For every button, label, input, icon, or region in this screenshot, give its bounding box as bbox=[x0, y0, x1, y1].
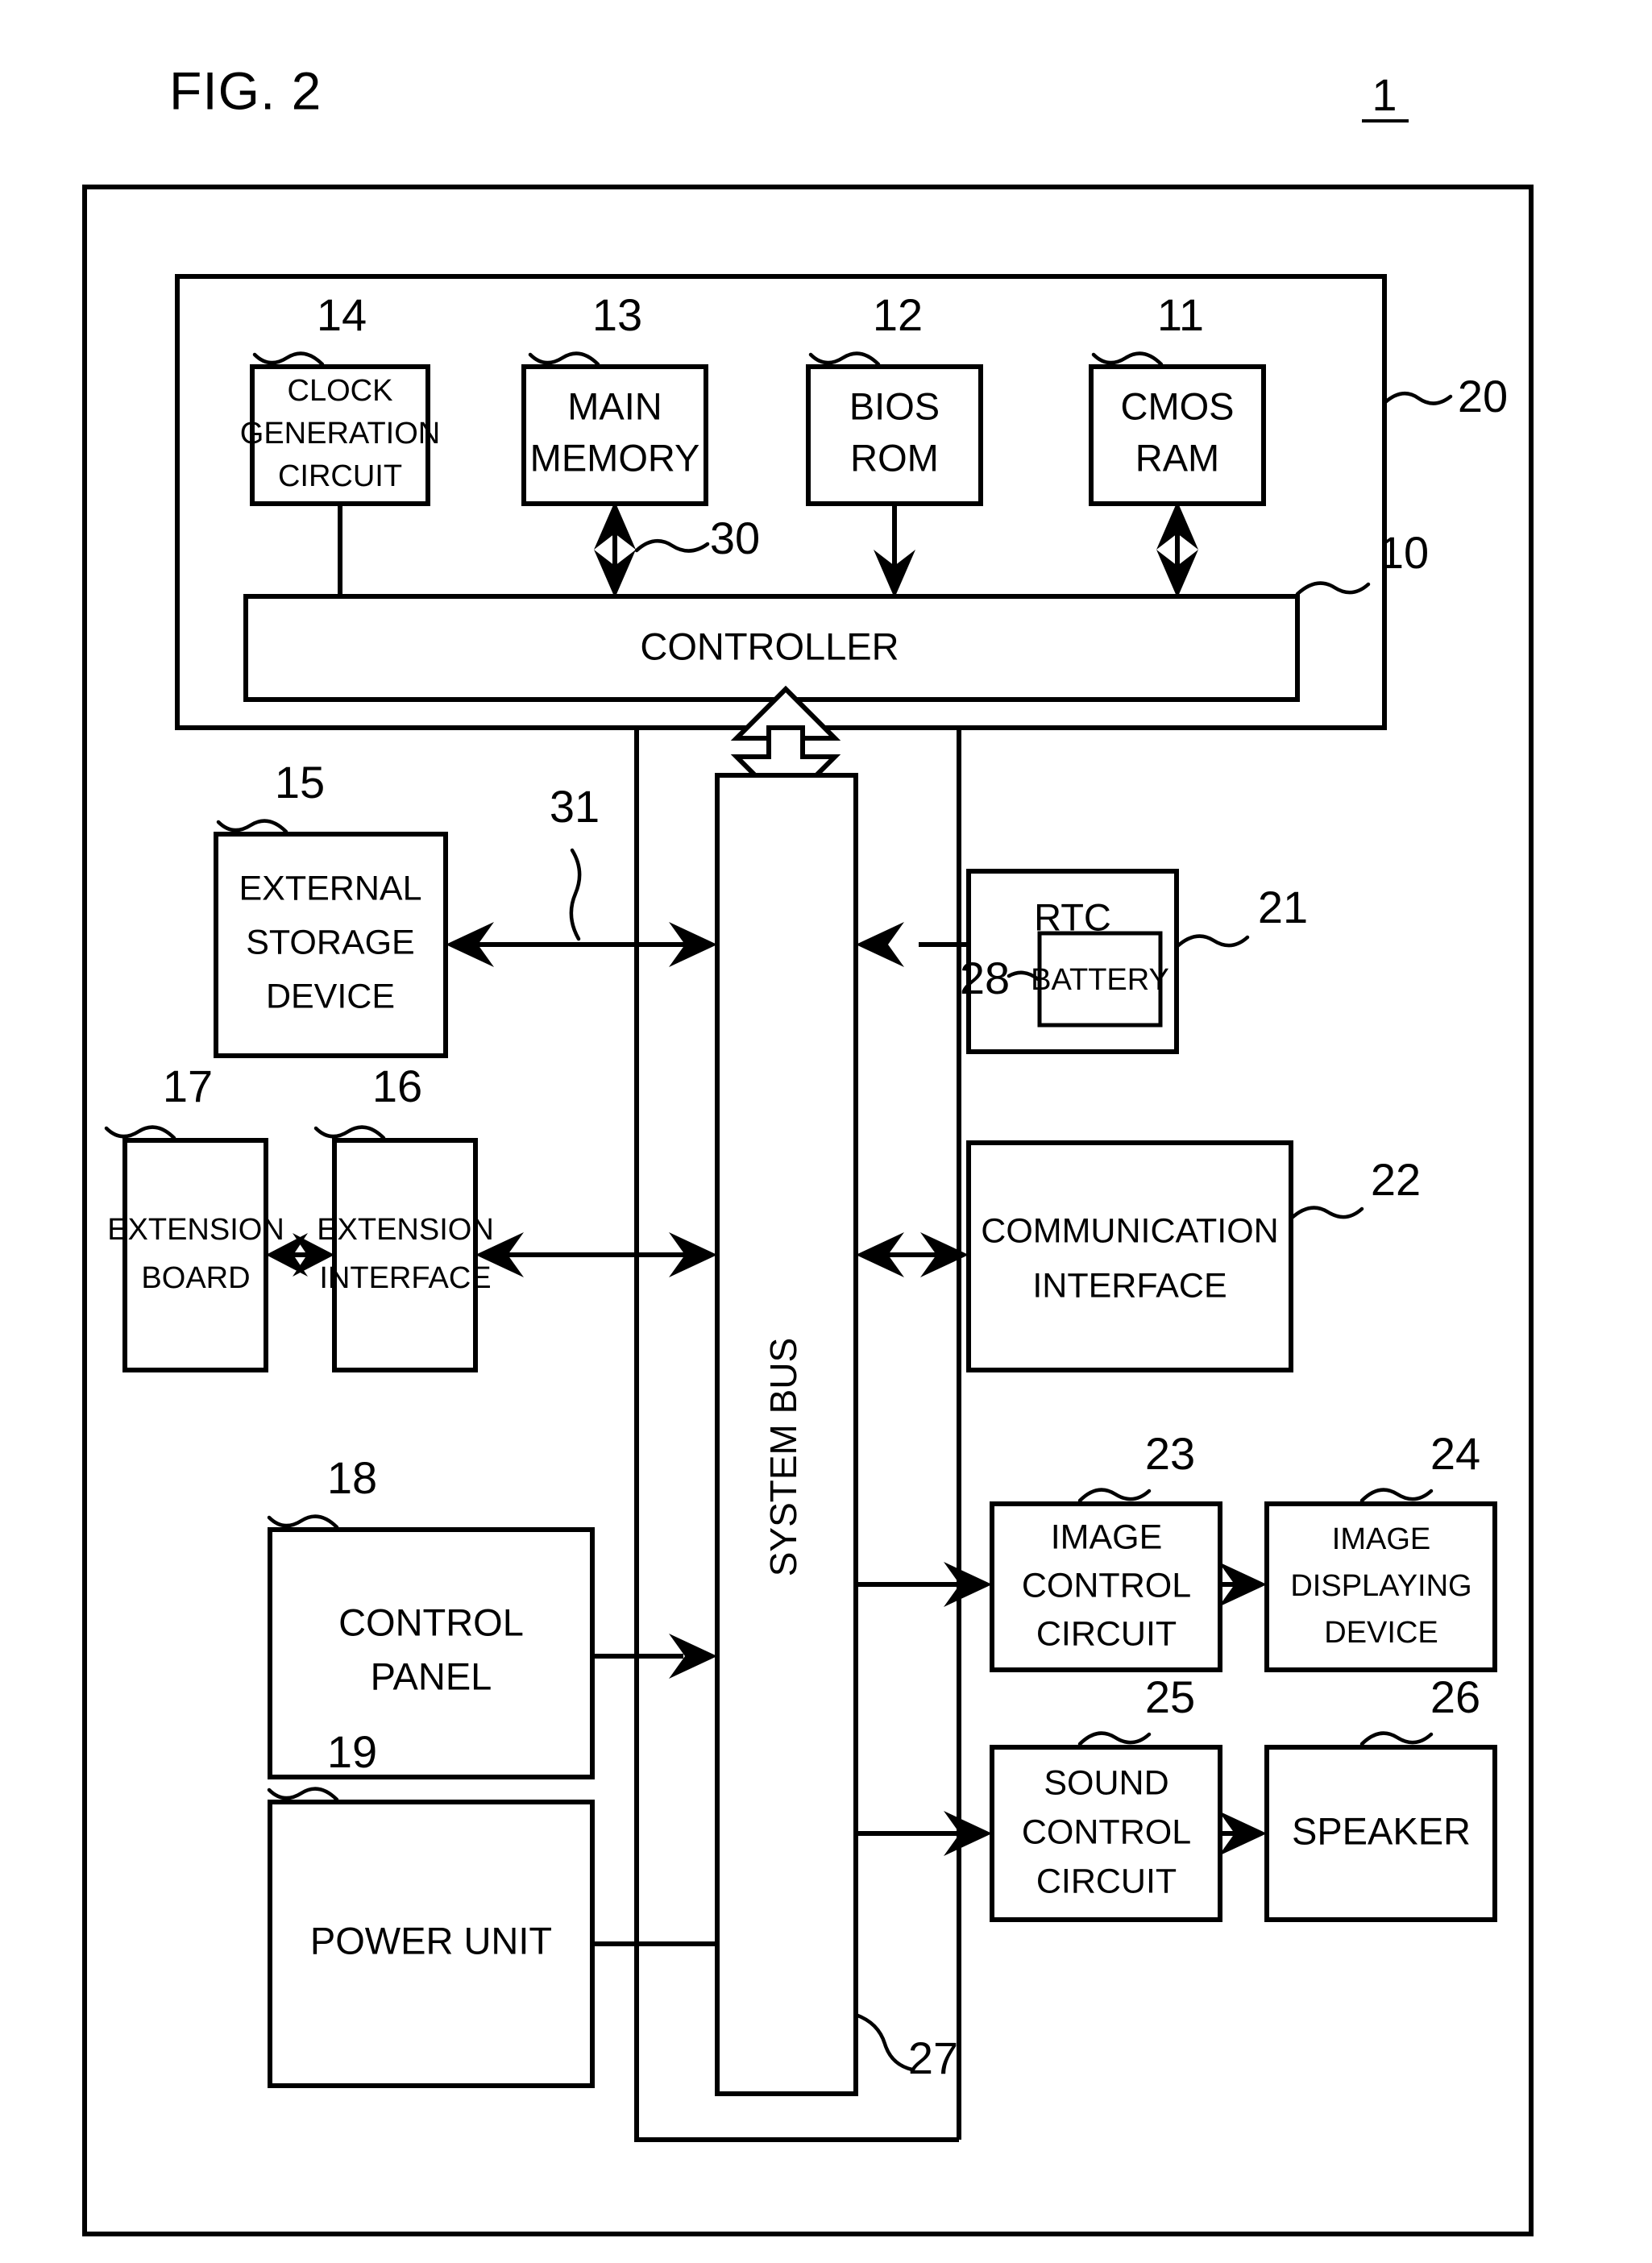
ref-12-label: 12 bbox=[873, 289, 923, 340]
system-bus-label: SYSTEM BUS bbox=[762, 1338, 804, 1577]
bios-rom-line1: BIOS bbox=[849, 384, 940, 427]
control-panel-line2: PANEL bbox=[371, 1655, 492, 1697]
extension-board-line2: BOARD bbox=[141, 1261, 250, 1295]
ref-28-label: 28 bbox=[960, 953, 1010, 1003]
main-memory-line2: MEMORY bbox=[530, 436, 700, 479]
speaker-label: SPEAKER bbox=[1292, 1809, 1471, 1852]
extension-interface-line2: INTERFACE bbox=[319, 1261, 491, 1295]
ref-27-label: 27 bbox=[908, 2033, 958, 2083]
ref-30-label: 30 bbox=[710, 513, 760, 563]
cmos-ram-line1: CMOS bbox=[1121, 384, 1235, 427]
control-panel-line1: CONTROL bbox=[338, 1601, 524, 1643]
ref-16-label: 16 bbox=[372, 1061, 422, 1111]
ref-25-label: 25 bbox=[1145, 1671, 1195, 1722]
ref-24-label: 24 bbox=[1430, 1428, 1480, 1479]
ref-14-label: 14 bbox=[317, 289, 367, 340]
extension-board-line1: EXTENSION bbox=[107, 1213, 284, 1247]
ref-18-label: 18 bbox=[327, 1452, 377, 1503]
communication-interface-line1: COMMUNICATION bbox=[981, 1211, 1278, 1250]
control-panel-box bbox=[268, 1527, 595, 1779]
sound-control-circuit-line2: CONTROL bbox=[1022, 1812, 1191, 1851]
sound-control-circuit-line3: CIRCUIT bbox=[1036, 1862, 1177, 1900]
bios-rom-line2: ROM bbox=[850, 436, 939, 479]
ref-19-label: 19 bbox=[327, 1726, 377, 1777]
ref-15-label: 15 bbox=[275, 757, 325, 808]
extension-board-box bbox=[122, 1138, 268, 1372]
battery-label: BATTERY bbox=[1031, 963, 1169, 997]
power-unit-label: POWER UNIT bbox=[310, 1919, 552, 1962]
clock-generation-circuit-line3: CIRCUIT bbox=[278, 459, 402, 493]
communication-interface-line2: INTERFACE bbox=[1032, 1266, 1227, 1305]
ref-10-label: 10 bbox=[1379, 527, 1429, 578]
clock-generation-circuit-line2: GENERATION bbox=[240, 417, 440, 451]
figure-title: FIG. 2 bbox=[169, 60, 322, 120]
sound-control-circuit-line1: SOUND bbox=[1044, 1763, 1168, 1802]
ref-11-label: 11 bbox=[1157, 289, 1204, 340]
clock-generation-circuit-line1: CLOCK bbox=[288, 374, 393, 408]
extension-interface-line1: EXTENSION bbox=[317, 1213, 494, 1247]
communication-interface-box bbox=[966, 1140, 1293, 1372]
ref-17-label: 17 bbox=[163, 1061, 213, 1111]
image-control-circuit-line1: IMAGE bbox=[1051, 1518, 1163, 1556]
cmos-ram-line2: RAM bbox=[1135, 436, 1219, 479]
ref-23-label: 23 bbox=[1145, 1428, 1195, 1479]
controller-label: CONTROLLER bbox=[640, 625, 899, 667]
image-displaying-device-line3: DEVICE bbox=[1324, 1616, 1438, 1650]
system-ref-label: 1 bbox=[1372, 69, 1397, 120]
ref-20-label: 20 bbox=[1458, 371, 1508, 421]
ref-31-label: 31 bbox=[550, 781, 600, 832]
ref-22-label: 22 bbox=[1371, 1154, 1421, 1205]
external-storage-line1: EXTERNAL bbox=[239, 869, 421, 907]
ref-13-label: 13 bbox=[592, 289, 642, 340]
image-control-circuit-line2: CONTROL bbox=[1022, 1566, 1191, 1605]
ref-26-label: 26 bbox=[1430, 1671, 1480, 1722]
external-storage-line3: DEVICE bbox=[266, 977, 395, 1015]
figure-svg: FIG. 2 1 20 CLOCK GENERATION CIRCUIT 14 … bbox=[82, 60, 1534, 2236]
patent-figure-page: FIG. 2 1 20 CLOCK GENERATION CIRCUIT 14 … bbox=[0, 0, 1652, 2263]
main-memory-line1: MAIN bbox=[567, 384, 662, 427]
external-storage-line2: STORAGE bbox=[246, 923, 414, 961]
image-displaying-device-line2: DISPLAYING bbox=[1290, 1569, 1471, 1603]
image-control-circuit-line3: CIRCUIT bbox=[1036, 1614, 1177, 1653]
extension-interface-box bbox=[332, 1138, 478, 1372]
ref-21-label: 21 bbox=[1258, 882, 1308, 932]
image-displaying-device-line1: IMAGE bbox=[1332, 1522, 1430, 1556]
